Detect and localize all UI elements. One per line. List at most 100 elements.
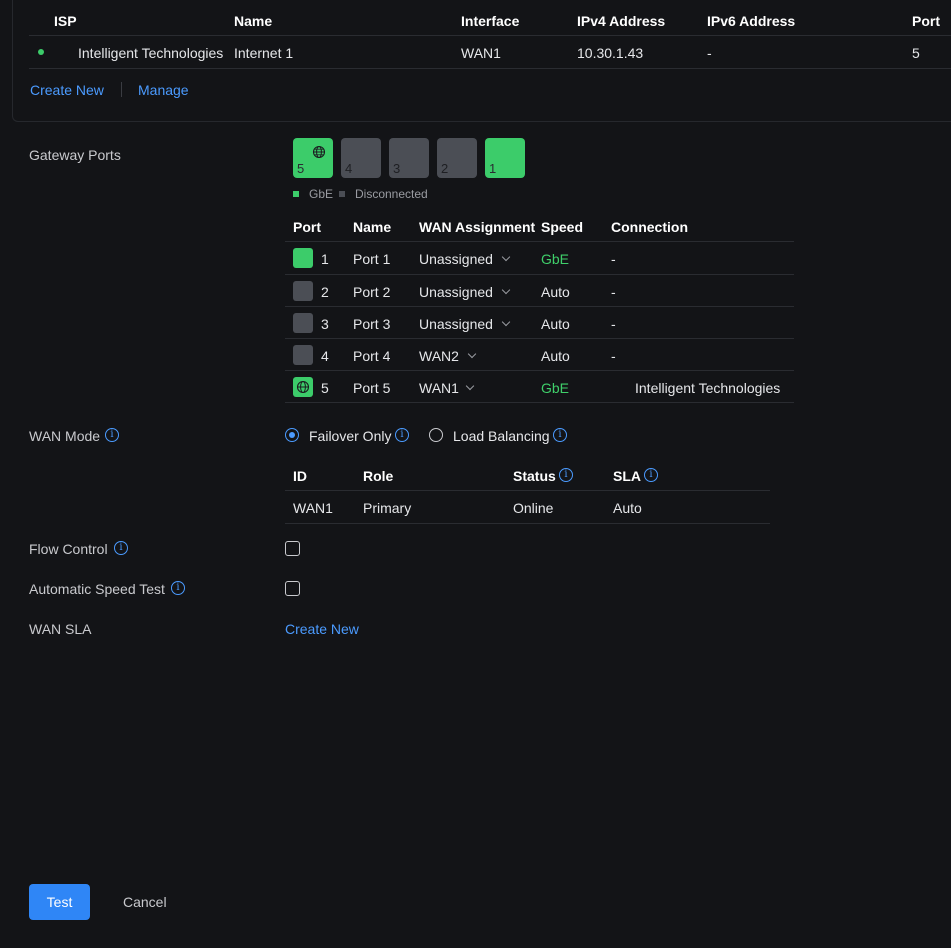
port-status-indicator [293,313,313,333]
port-number: 1 [321,251,329,267]
info-icon[interactable]: i [171,581,185,595]
ipv4-col-header: IPv4 Address [577,13,666,29]
table-row[interactable]: 5 Port 5 WAN1 GbE Intelligent Technologi… [285,371,794,403]
divider [29,68,951,69]
table-row[interactable]: 1 Port 1 Unassigned GbE - [285,242,794,274]
info-icon[interactable]: i [105,428,119,442]
port-speed: Auto [541,316,570,332]
port-status-indicator [293,345,313,365]
info-icon[interactable]: i [114,541,128,555]
wan-assignment-dropdown[interactable]: Unassigned [419,284,519,302]
table-row[interactable]: 4 Port 4 WAN2 Auto - [285,339,794,371]
gateway-port-1[interactable]: 1 [485,138,525,178]
failover-only-radio[interactable] [285,428,299,442]
table-row[interactable]: 3 Port 3 Unassigned Auto - [285,307,794,339]
chevron-down-icon [501,252,511,262]
wan-assignment-value: Unassigned [419,316,493,332]
port-number: 3 [321,316,329,332]
chevron-down-icon [501,285,511,295]
port-number: 2 [321,284,329,300]
wan-sla: Auto [613,500,642,516]
legend-active-label: GbE [309,187,334,201]
isp-port: 5 [912,45,920,61]
port-name: Port 1 [353,251,391,267]
port-connection: - [611,316,616,332]
table-row[interactable]: 2 Port 2 Unassigned Auto - [285,275,794,307]
flow-control-checkbox[interactable] [285,541,300,556]
chevron-down-icon [465,381,475,391]
wan-assignment-value: Unassigned [419,251,493,267]
info-icon[interactable]: i [559,468,573,482]
port-number: 4 [321,348,329,364]
link-separator [121,82,122,97]
id-header: ID [293,468,307,484]
globe-icon [296,380,310,394]
gateway-port-3[interactable]: 3 [389,138,429,178]
gateway-port-number: 4 [345,161,353,176]
role-header: Role [363,468,394,484]
port-status-indicator [293,281,313,301]
legend-inactive-swatch [339,191,345,197]
divider [285,402,794,403]
port-name: Port 4 [353,348,391,364]
automatic-speed-test-label: Automatic Speed Test [29,581,165,597]
port-name: Port 3 [353,316,391,332]
gateway-port-2[interactable]: 2 [437,138,477,178]
load-balancing-radio[interactable] [429,428,443,442]
port-connection: - [611,284,616,300]
failover-only-label[interactable]: Failover Only [309,428,391,444]
gateway-ports-label: Gateway Ports [29,147,121,163]
interface-col-header: Interface [461,13,520,29]
speed-header: Speed [541,219,584,235]
wan-role: Primary [363,500,412,516]
wan-assignment-dropdown[interactable]: Unassigned [419,251,519,269]
port-status-indicator [293,377,313,397]
port-name: Port 2 [353,284,391,300]
isp-ipv4: 10.30.1.43 [577,45,644,61]
create-new-sla-link[interactable]: Create New [285,621,359,637]
port-header: Port [293,219,321,235]
wan-assignment-header: WAN Assignment [419,219,536,235]
gateway-port-5[interactable]: 5 [293,138,333,178]
info-icon[interactable]: i [395,428,409,442]
info-icon[interactable]: i [553,428,567,442]
ipv6-col-header: IPv6 Address [707,13,796,29]
port-name: Port 5 [353,380,391,396]
divider [285,523,770,524]
table-row: WAN1 Primary Online Auto [285,491,770,523]
port-status-indicator [293,248,313,268]
port-col-header: Port [912,13,940,29]
gateway-port-number: 5 [297,161,305,176]
isp-interface: WAN1 [461,45,501,61]
globe-icon [312,145,326,159]
port-connection: - [611,251,616,267]
wan-sla-label: WAN SLA [29,621,92,637]
port-connection: Intelligent Technologies [635,380,781,396]
port-speed: GbE [541,380,570,396]
create-new-isp-link[interactable]: Create New [30,82,104,98]
info-icon[interactable]: i [644,468,658,482]
isp-table-row[interactable]: Intelligent Technologies Internet 1 WAN1… [29,36,951,68]
flow-control-label: Flow Control [29,541,108,557]
wan-id: WAN1 [293,500,333,516]
name-col-header: Name [234,13,273,29]
wan-assignment-dropdown[interactable]: Unassigned [419,316,519,334]
isp-connection-name: Internet 1 [234,45,294,61]
manage-isp-link[interactable]: Manage [138,82,189,98]
gateway-port-number: 3 [393,161,401,176]
name-header: Name [353,219,392,235]
port-number: 5 [321,380,329,396]
sla-header: SLA [613,468,641,484]
port-speed: GbE [541,251,570,267]
load-balancing-label[interactable]: Load Balancing [453,428,550,444]
wan-status: Online [513,500,554,516]
test-button[interactable]: Test [29,884,90,920]
gateway-port-4[interactable]: 4 [341,138,381,178]
online-status-dot [38,49,44,55]
wan-assignment-dropdown[interactable]: WAN1 [419,380,489,398]
isp-col-header: ISP [54,13,77,29]
automatic-speed-test-checkbox[interactable] [285,581,300,596]
cancel-button[interactable]: Cancel [123,894,167,910]
wan-assignment-dropdown[interactable]: WAN2 [419,348,489,366]
gateway-port-number: 1 [489,161,497,176]
